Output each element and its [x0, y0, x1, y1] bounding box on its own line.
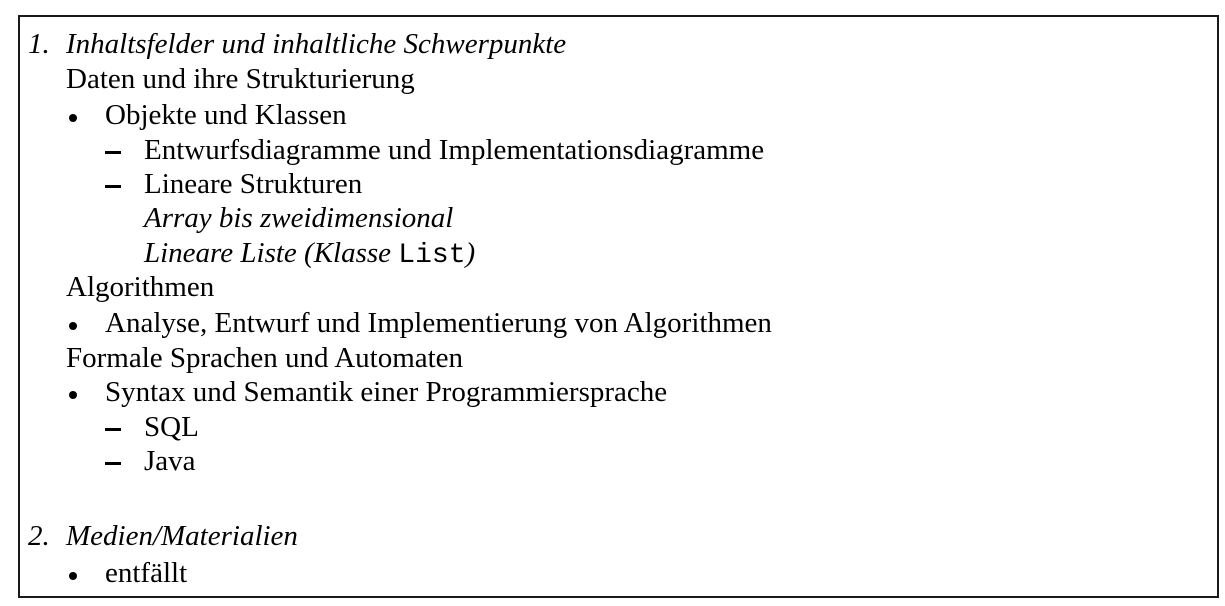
list-item-not-applicable: entfällt — [105, 557, 188, 589]
bullet-icon — [69, 391, 77, 399]
sub-item-java: Java — [144, 445, 196, 477]
section-1-heading: Inhaltsfelder und inhaltliche Schwerpunk… — [66, 28, 567, 60]
section-2-number: 2. — [28, 520, 50, 552]
bullet-icon — [69, 114, 77, 122]
list-item-objects-classes: Objekte und Klassen — [105, 99, 347, 131]
bullet-icon — [69, 572, 77, 580]
sub-item-diagrams: Entwurfsdiagramme und Implementationsdia… — [144, 134, 765, 166]
list-text-suffix: ) — [465, 237, 476, 269]
section-1-number: 1. — [28, 28, 50, 60]
sub-item-sql: SQL — [144, 411, 199, 443]
list-item-algorithm-analysis: Analyse, Entwurf und Implementierung von… — [105, 307, 772, 339]
list-item-syntax-semantics: Syntax und Semantik einer Programmierspr… — [105, 376, 668, 408]
field-algorithms-title: Algorithmen — [66, 271, 215, 303]
field-formal-languages-title: Formale Sprachen und Automaten — [66, 342, 464, 374]
content-box: 1. Inhaltsfelder und inhaltliche Schwerp… — [18, 15, 1219, 598]
dash-icon — [105, 185, 121, 188]
dash-icon — [105, 462, 121, 465]
list-class-code: List — [398, 240, 466, 271]
list-text-prefix: Lineare Liste (Klasse — [144, 237, 399, 269]
dash-icon — [105, 151, 121, 154]
field-data-structuring-title: Daten und ihre Strukturierung — [66, 63, 415, 95]
sub-item-array-text: Array bis zweidimensional — [144, 202, 454, 234]
sub-item-list-text: Lineare Liste (Klasse List) — [144, 236, 475, 273]
sub-item-linear-structures: Lineare Strukturen — [144, 168, 363, 200]
dash-icon — [105, 428, 121, 431]
bullet-icon — [69, 322, 77, 330]
section-2-heading: Medien/Materialien — [66, 520, 298, 552]
